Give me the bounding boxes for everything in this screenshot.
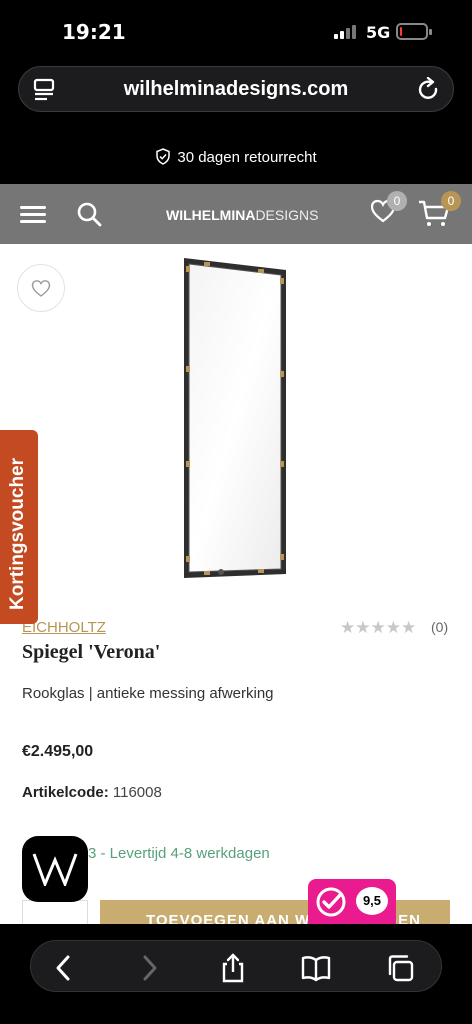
quantity-field[interactable]	[22, 900, 88, 924]
heart-icon	[31, 280, 51, 297]
rating-stars[interactable]: ★★★★★	[340, 618, 417, 638]
check-badge-icon	[316, 887, 346, 917]
menu-icon[interactable]	[20, 206, 46, 224]
add-to-cart-button[interactable]: TOEVOEGEN AAN WINKELWAGEN	[100, 900, 450, 924]
chevron-left-icon[interactable]	[49, 953, 79, 983]
status-time: 19:21	[62, 20, 126, 44]
star-icon: ★	[401, 618, 417, 638]
review-count[interactable]: (0)	[431, 619, 448, 635]
signal-icon	[334, 25, 358, 39]
reload-icon[interactable]	[417, 77, 441, 103]
cart-count-badge: 0	[441, 191, 461, 211]
battery-icon	[396, 23, 432, 40]
voucher-tab[interactable]: Kortingsvoucher	[0, 430, 38, 624]
product-subtitle: Rookglas | antieke messing afwerking	[22, 685, 274, 702]
network-label: 5G	[366, 23, 391, 42]
status-bar: 19:21 5G	[0, 0, 472, 60]
share-icon[interactable]	[218, 953, 248, 983]
article-code: Artikelcode: 116008	[22, 784, 162, 801]
chevron-right-icon[interactable]	[134, 953, 164, 983]
star-icon: ★	[370, 618, 386, 638]
notice-bar: 30 dagen retourrecht	[0, 118, 472, 184]
site-logo[interactable]: WILHELMINADESIGNS	[166, 207, 318, 223]
w-logo-icon	[32, 853, 78, 886]
address-bar[interactable]: wilhelminadesigns.com	[18, 66, 454, 112]
book-icon[interactable]	[301, 953, 331, 983]
star-icon: ★	[340, 618, 356, 638]
stock-status: 3 - Levertijd 4-8 werkdagen	[88, 845, 270, 862]
star-icon: ★	[385, 618, 401, 638]
star-icon: ★	[355, 618, 371, 638]
w-chat-button[interactable]	[22, 836, 88, 902]
rating-score: 9,5	[356, 887, 388, 915]
browser-toolbar	[0, 924, 472, 1024]
voucher-label[interactable]: Kortingsvoucher	[7, 440, 29, 610]
search-icon[interactable]	[76, 201, 102, 227]
favorites-count-badge: 0	[387, 191, 407, 211]
notice-text: 30 dagen retourrecht	[177, 149, 317, 166]
shield-check-icon	[156, 148, 171, 165]
product-page: EICHHOLTZ ★★★★★ (0) Spiegel 'Verona' Roo…	[0, 244, 472, 924]
wishlist-button[interactable]	[17, 264, 65, 312]
rating-widget[interactable]: 9,5	[308, 879, 396, 924]
tabs-icon[interactable]	[385, 953, 415, 983]
product-title: Spiegel 'Verona'	[22, 641, 161, 663]
product-price: €2.495,00	[22, 743, 94, 760]
url-text[interactable]: wilhelminadesigns.com	[19, 78, 453, 101]
product-image-mirror[interactable]	[176, 256, 294, 580]
